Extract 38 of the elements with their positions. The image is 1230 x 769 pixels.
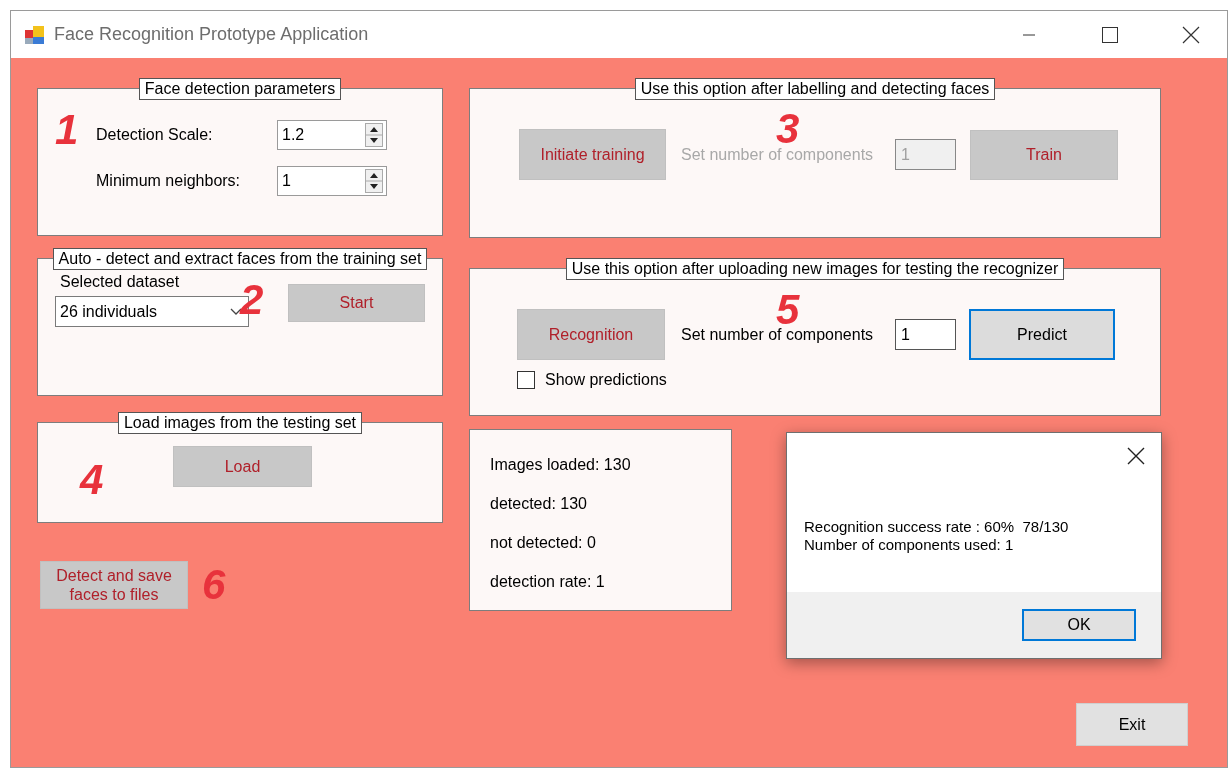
group-title: Use this option after uploading new images for testing the recognizer	[565, 258, 1065, 280]
field-label: Selected dataset	[60, 272, 181, 292]
group-title: Load images from the testing set	[117, 412, 363, 434]
step-number: 1	[55, 109, 79, 151]
stat-text: Images loaded: 130	[490, 455, 632, 475]
spinner-arrows-icon	[365, 169, 383, 193]
checkbox-label[interactable]: Show predictions	[545, 371, 667, 389]
load-button[interactable]: Load	[173, 446, 312, 487]
group-title: Face detection parameters	[138, 78, 342, 100]
stat-text: detection rate: 1	[490, 572, 606, 592]
detect-save-button[interactable]: Detect and save faces to files	[40, 561, 188, 609]
group-title: Use this option after labelling and detecting faces	[634, 78, 996, 100]
stat-text: detected: 130	[490, 494, 588, 514]
number-spinner[interactable]: 1	[277, 166, 387, 196]
close-icon	[1127, 447, 1145, 465]
number-spinner[interactable]: 1.2	[277, 120, 387, 150]
exit-button[interactable]: Exit	[1076, 703, 1188, 746]
recognition-button[interactable]: Recognition	[517, 309, 665, 360]
stat-text: not detected: 0	[490, 533, 597, 553]
close-icon	[1181, 25, 1200, 44]
minimize-icon	[1021, 33, 1036, 36]
spinner-arrows-icon	[365, 123, 383, 147]
group-title: Auto - detect and extract faces from the training set	[52, 248, 428, 270]
field-label: Set number of components	[681, 145, 874, 164]
checkbox[interactable]	[517, 371, 535, 389]
maximize-icon	[1101, 26, 1118, 43]
field-label: Minimum neighbors:	[96, 172, 242, 190]
start-button[interactable]: Start	[288, 283, 425, 322]
components-field[interactable]: 1	[895, 319, 956, 350]
window-title: Face Recognition Prototype Application	[54, 24, 370, 45]
app-icon	[24, 23, 46, 46]
ok-button[interactable]: OK	[1022, 609, 1136, 641]
dialog-message: Recognition success rate : 60% 78/130 Number of components used: 1	[804, 518, 1070, 554]
predict-button[interactable]: Predict	[969, 309, 1115, 360]
field-label: Detection Scale:	[96, 126, 214, 144]
close-button[interactable]	[1127, 447, 1145, 465]
step-number: 6	[202, 564, 226, 606]
step-number: 4	[80, 459, 104, 501]
